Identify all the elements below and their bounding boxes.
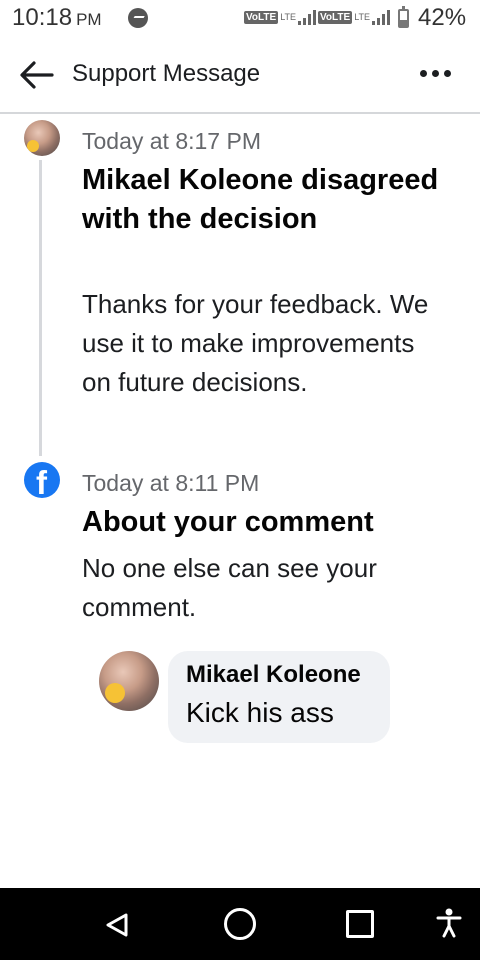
comment-text: Kick his ass (186, 697, 334, 728)
timeline-connector (39, 160, 42, 456)
message-body: Thanks for your feedback. We use it to m… (82, 289, 429, 397)
triangle-back-icon[interactable] (104, 912, 130, 938)
message-timestamp: Today at 8:11 PM (82, 470, 260, 496)
page-title: Support Message (72, 60, 261, 87)
comment-bubble[interactable]: Mikael Koleone Kick his ass (168, 651, 390, 743)
lte-label-1: LTE (280, 12, 297, 22)
app-header: Support Message (0, 40, 480, 114)
battery-percent: 42% (418, 4, 467, 31)
arrow-left-icon[interactable] (18, 60, 54, 90)
signal-bars-icon (372, 9, 391, 25)
facebook-logo-glyph: f (36, 464, 47, 501)
comment-author[interactable]: Mikael Koleone (186, 661, 361, 689)
signal-bars-icon (298, 9, 317, 25)
message-body: No one else can see your comment. (82, 553, 377, 622)
system-nav-bar (0, 888, 480, 960)
volte-label-2: VoLTE (318, 10, 353, 24)
lte-label-2: LTE (354, 12, 371, 22)
avatar (24, 120, 60, 156)
accessibility-icon[interactable] (436, 908, 462, 938)
battery-icon (398, 6, 409, 28)
comment-avatar[interactable] (99, 651, 159, 711)
status-time: 10:18 PM (12, 4, 102, 32)
status-time-value: 10:18 (12, 4, 73, 31)
more-options-icon[interactable] (420, 70, 451, 77)
message-title: Mikael Koleone disagreed with the decisi… (82, 164, 439, 235)
message-title: About your comment (82, 506, 374, 538)
emoji-badge (105, 683, 125, 703)
status-ampm: PM (76, 10, 102, 29)
message-timestamp: Today at 8:17 PM (82, 128, 261, 154)
facebook-icon: f (24, 462, 60, 501)
volte-label-1: VoLTE (244, 10, 279, 24)
circle-home-icon[interactable] (224, 908, 256, 940)
status-bar: 10:18 PM VoLTE LTE VoLTE LTE 42% (0, 0, 480, 40)
square-recent-icon[interactable] (346, 910, 374, 938)
messenger-notification-icon (128, 8, 148, 28)
emoji-badge (27, 140, 39, 152)
signal-2: VoLTE LTE (318, 9, 391, 25)
signal-1: VoLTE LTE (244, 9, 317, 25)
battery-fill (400, 19, 407, 26)
